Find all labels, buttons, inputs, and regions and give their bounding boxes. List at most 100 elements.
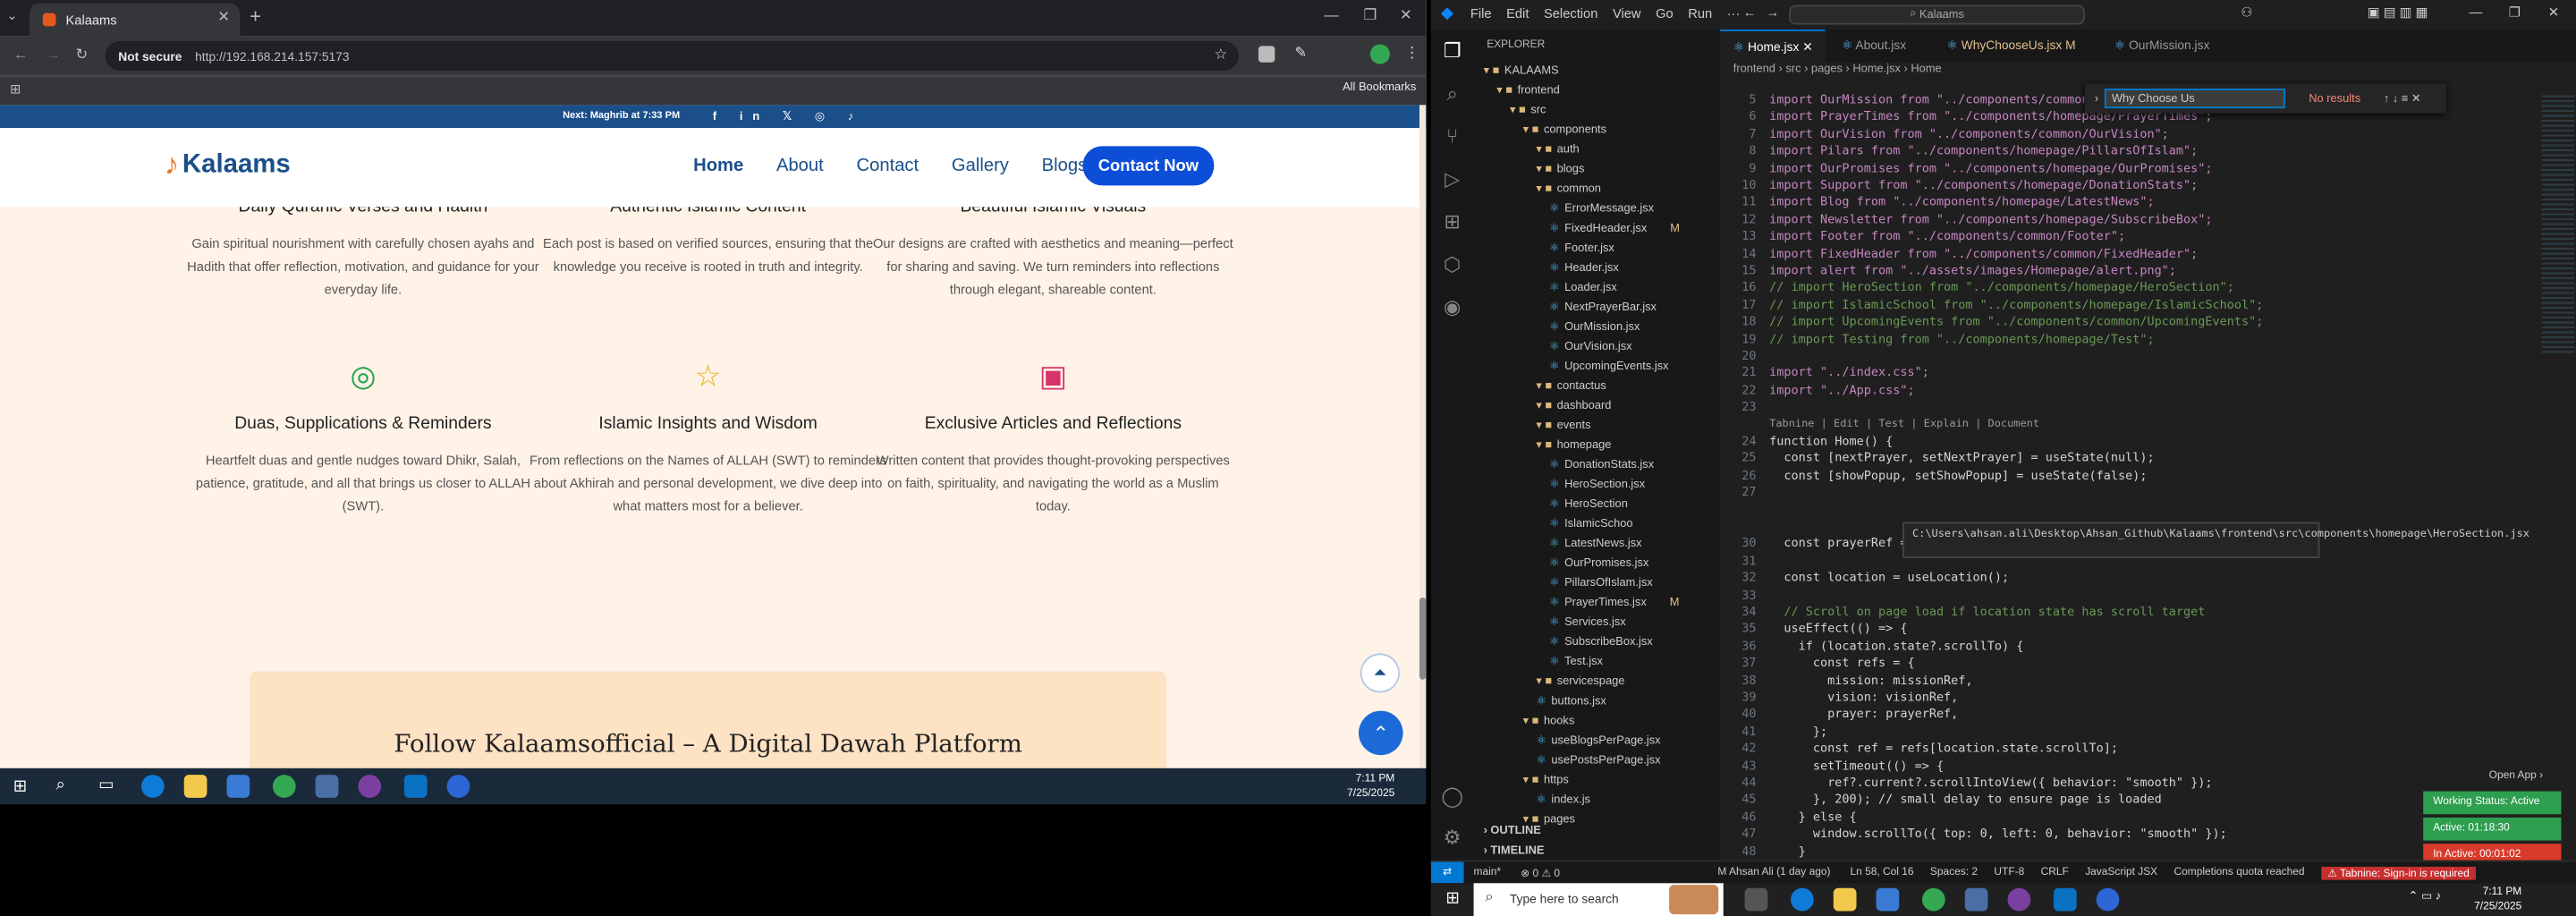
tree-file[interactable]: ⚛ IslamicSchoo — [1549, 515, 1633, 535]
nav-back-icon[interactable]: ← — [1743, 5, 1757, 21]
chrome-menu-icon[interactable]: ⋮ — [1404, 45, 1419, 63]
tree-folder[interactable]: ▾ ■ hooks — [1523, 712, 1575, 732]
outline-section[interactable]: › OUTLINE — [1484, 822, 1541, 842]
code-line[interactable]: const ref = refs[location.state.scrollTo… — [1769, 741, 2118, 756]
run-debug-icon[interactable]: ▷ — [1441, 167, 1464, 191]
nav-contact[interactable]: Contact — [857, 156, 919, 175]
app-icon[interactable] — [315, 775, 339, 798]
vscode-taskbar-icon[interactable] — [403, 775, 428, 798]
back-icon[interactable]: ← — [13, 46, 29, 62]
remote-icon[interactable]: ⇄ — [1430, 861, 1464, 884]
code-line[interactable]: function Home() { — [1769, 433, 1893, 448]
code-line[interactable]: const [nextPrayer, setNextPrayer] = useS… — [1769, 451, 2154, 466]
tree-file[interactable]: ⚛ FixedHeader.jsx M — [1549, 220, 1680, 240]
eol-status[interactable]: CRLF — [2041, 867, 2069, 878]
find-nav-icons[interactable]: ↑ ↓ ≡ ✕ — [2384, 92, 2421, 106]
code-line[interactable]: if (location.state?.scrollTo) { — [1769, 638, 2024, 653]
tree-file[interactable]: ⚛ HeroSection — [1549, 496, 1628, 515]
language-status[interactable]: JavaScript JSX — [2085, 867, 2157, 878]
code-line[interactable]: import Support from "../components/homep… — [1769, 177, 2198, 192]
vscode-taskbar-icon[interactable] — [2053, 887, 2077, 912]
apps-grid-icon[interactable]: ⊞ — [10, 82, 21, 98]
tab-about-jsx[interactable]: ⚛ About.jsx — [1828, 30, 1919, 63]
new-tab-button[interactable]: + — [250, 5, 261, 29]
menu-edit[interactable]: Edit — [1506, 6, 1529, 21]
code-line[interactable]: import "../index.css"; — [1769, 365, 1929, 380]
tree-folder[interactable]: ▾ ■ components — [1523, 122, 1606, 141]
close-window-icon[interactable]: ✕ — [1400, 6, 1412, 24]
store-icon[interactable] — [226, 775, 250, 798]
taskbar-clock[interactable]: 7:11 PM 7/25/2025 — [1347, 772, 1394, 802]
back-to-top-button[interactable]: ⌃ — [1358, 710, 1403, 756]
profile-avatar[interactable] — [1369, 44, 1390, 64]
minimap[interactable] — [2541, 91, 2575, 355]
cursor-position[interactable]: Ln 58, Col 16 — [1851, 867, 1914, 878]
menu-selection[interactable]: Selection — [1544, 6, 1597, 21]
problems-status[interactable]: ⊗ 0 ⚠ 0 — [1521, 866, 1560, 879]
code-line[interactable]: mission: missionRef, — [1769, 673, 1972, 688]
code-line[interactable]: useEffect(() => { — [1769, 621, 1907, 636]
chrome-icon[interactable] — [272, 775, 296, 798]
tree-file[interactable]: ⚛ OurPromises.jsx — [1549, 555, 1648, 574]
tree-file[interactable]: ⚛ HeroSection.jsx — [1549, 476, 1645, 496]
code-line[interactable]: import Newsletter from "../components/ho… — [1769, 211, 2212, 226]
menu-view[interactable]: View — [1613, 6, 1641, 21]
code-line[interactable]: }, 200); // small delay to ensure page i… — [1769, 792, 2162, 807]
copilot-icon[interactable]: ⚇ — [2241, 5, 2252, 21]
code-line[interactable]: // import HeroSection from "../component… — [1769, 280, 2234, 295]
nav-home[interactable]: Home — [693, 156, 743, 175]
zoom-icon[interactable] — [446, 775, 470, 798]
taskbar-clock[interactable]: 7:11 PM 7/25/2025 — [2474, 885, 2521, 914]
tree-folder[interactable]: ▾ ■ blogs — [1536, 161, 1584, 181]
tab-home-jsx[interactable]: ⚛ Home.jsx ✕ — [1720, 30, 1826, 63]
tree-file[interactable]: ⚛ Header.jsx — [1549, 259, 1619, 279]
menu-more[interactable]: ··· — [1727, 6, 1741, 21]
tree-file[interactable]: ⚛ NextPrayerBar.jsx — [1549, 299, 1657, 318]
nav-gallery[interactable]: Gallery — [952, 156, 1009, 175]
tree-file[interactable]: ⚛ SubscribeBox.jsx — [1549, 633, 1653, 653]
windows-start-icon[interactable]: ⊞ — [13, 778, 27, 796]
maximize-icon[interactable]: ❐ — [2509, 5, 2521, 21]
tabnine-icon[interactable]: ◉ — [1441, 295, 1464, 318]
system-tray-icons[interactable]: ⌃ ▭ ♪ — [2409, 890, 2442, 903]
task-view-icon[interactable] — [1744, 887, 1768, 912]
nav-forward-icon[interactable]: → — [1766, 5, 1779, 21]
code-line[interactable]: window.scrollTo({ top: 0, left: 0, behav… — [1769, 826, 2227, 841]
tree-folder[interactable]: ▾ ■ dashboard — [1536, 397, 1611, 417]
code-line[interactable]: // import Testing from "../components/ho… — [1769, 331, 2154, 346]
tree-file[interactable]: ⚛ LatestNews.jsx — [1549, 535, 1642, 555]
omnibox[interactable]: Not secure http://192.168.214.157:5173 — [105, 40, 1239, 71]
close-window-icon[interactable]: ✕ — [2548, 5, 2559, 21]
tree-folder[interactable]: ▾ ■ frontend — [1496, 82, 1559, 102]
extension-icon[interactable] — [1258, 46, 1275, 63]
tree-folder[interactable]: ▾ ■ auth — [1536, 141, 1579, 161]
settings-gear-icon[interactable]: ⚙ — [1441, 826, 1464, 849]
code-line[interactable]: const location = useLocation(); — [1769, 570, 2009, 585]
code-editor[interactable]: 5 import OurMission from "../components/c… — [1720, 92, 2541, 870]
tab-search-icon[interactable]: ⌄ — [6, 8, 17, 23]
forward-icon[interactable]: → — [46, 46, 61, 62]
linkedin-icon[interactable]: in — [740, 112, 769, 123]
chevron-right-icon[interactable]: › — [2095, 93, 2098, 105]
menu-go[interactable]: Go — [1656, 6, 1674, 21]
url-text[interactable]: http://192.168.214.157:5173 — [195, 48, 349, 64]
close-tab-icon[interactable]: ✕ — [217, 8, 230, 26]
tree-file[interactable]: ⚛ buttons.jsx — [1536, 692, 1606, 712]
tree-folder[interactable]: ▾ ■ servicespage — [1536, 673, 1624, 692]
tiktok-icon[interactable]: ♪ — [848, 112, 863, 123]
zoom-icon[interactable] — [2096, 887, 2120, 912]
search-icon[interactable]: ⌕ — [55, 776, 64, 794]
search-icon[interactable]: ⌕ — [1441, 82, 1464, 106]
maximize-icon[interactable]: ❐ — [1363, 6, 1377, 24]
accounts-icon[interactable]: ◯ — [1441, 785, 1464, 808]
tree-file[interactable]: ⚛ Services.jsx — [1549, 614, 1626, 633]
tree-file[interactable]: ⚛ Loader.jsx — [1549, 279, 1617, 299]
not-secure-label[interactable]: Not secure — [118, 48, 182, 64]
code-line[interactable]: // import UpcomingEvents from "../compon… — [1769, 314, 2263, 329]
tree-folder[interactable]: ▾ ■ KALAAMS — [1484, 63, 1559, 82]
code-line[interactable]: const [showPopup, setShowPopup] = useSta… — [1769, 468, 2147, 483]
code-line[interactable]: setTimeout(() => { — [1769, 758, 1944, 773]
tree-folder[interactable]: ▾ ■ src — [1510, 102, 1546, 122]
all-bookmarks-link[interactable]: All Bookmarks — [1343, 82, 1416, 94]
facebook-icon[interactable]: f — [713, 112, 726, 123]
